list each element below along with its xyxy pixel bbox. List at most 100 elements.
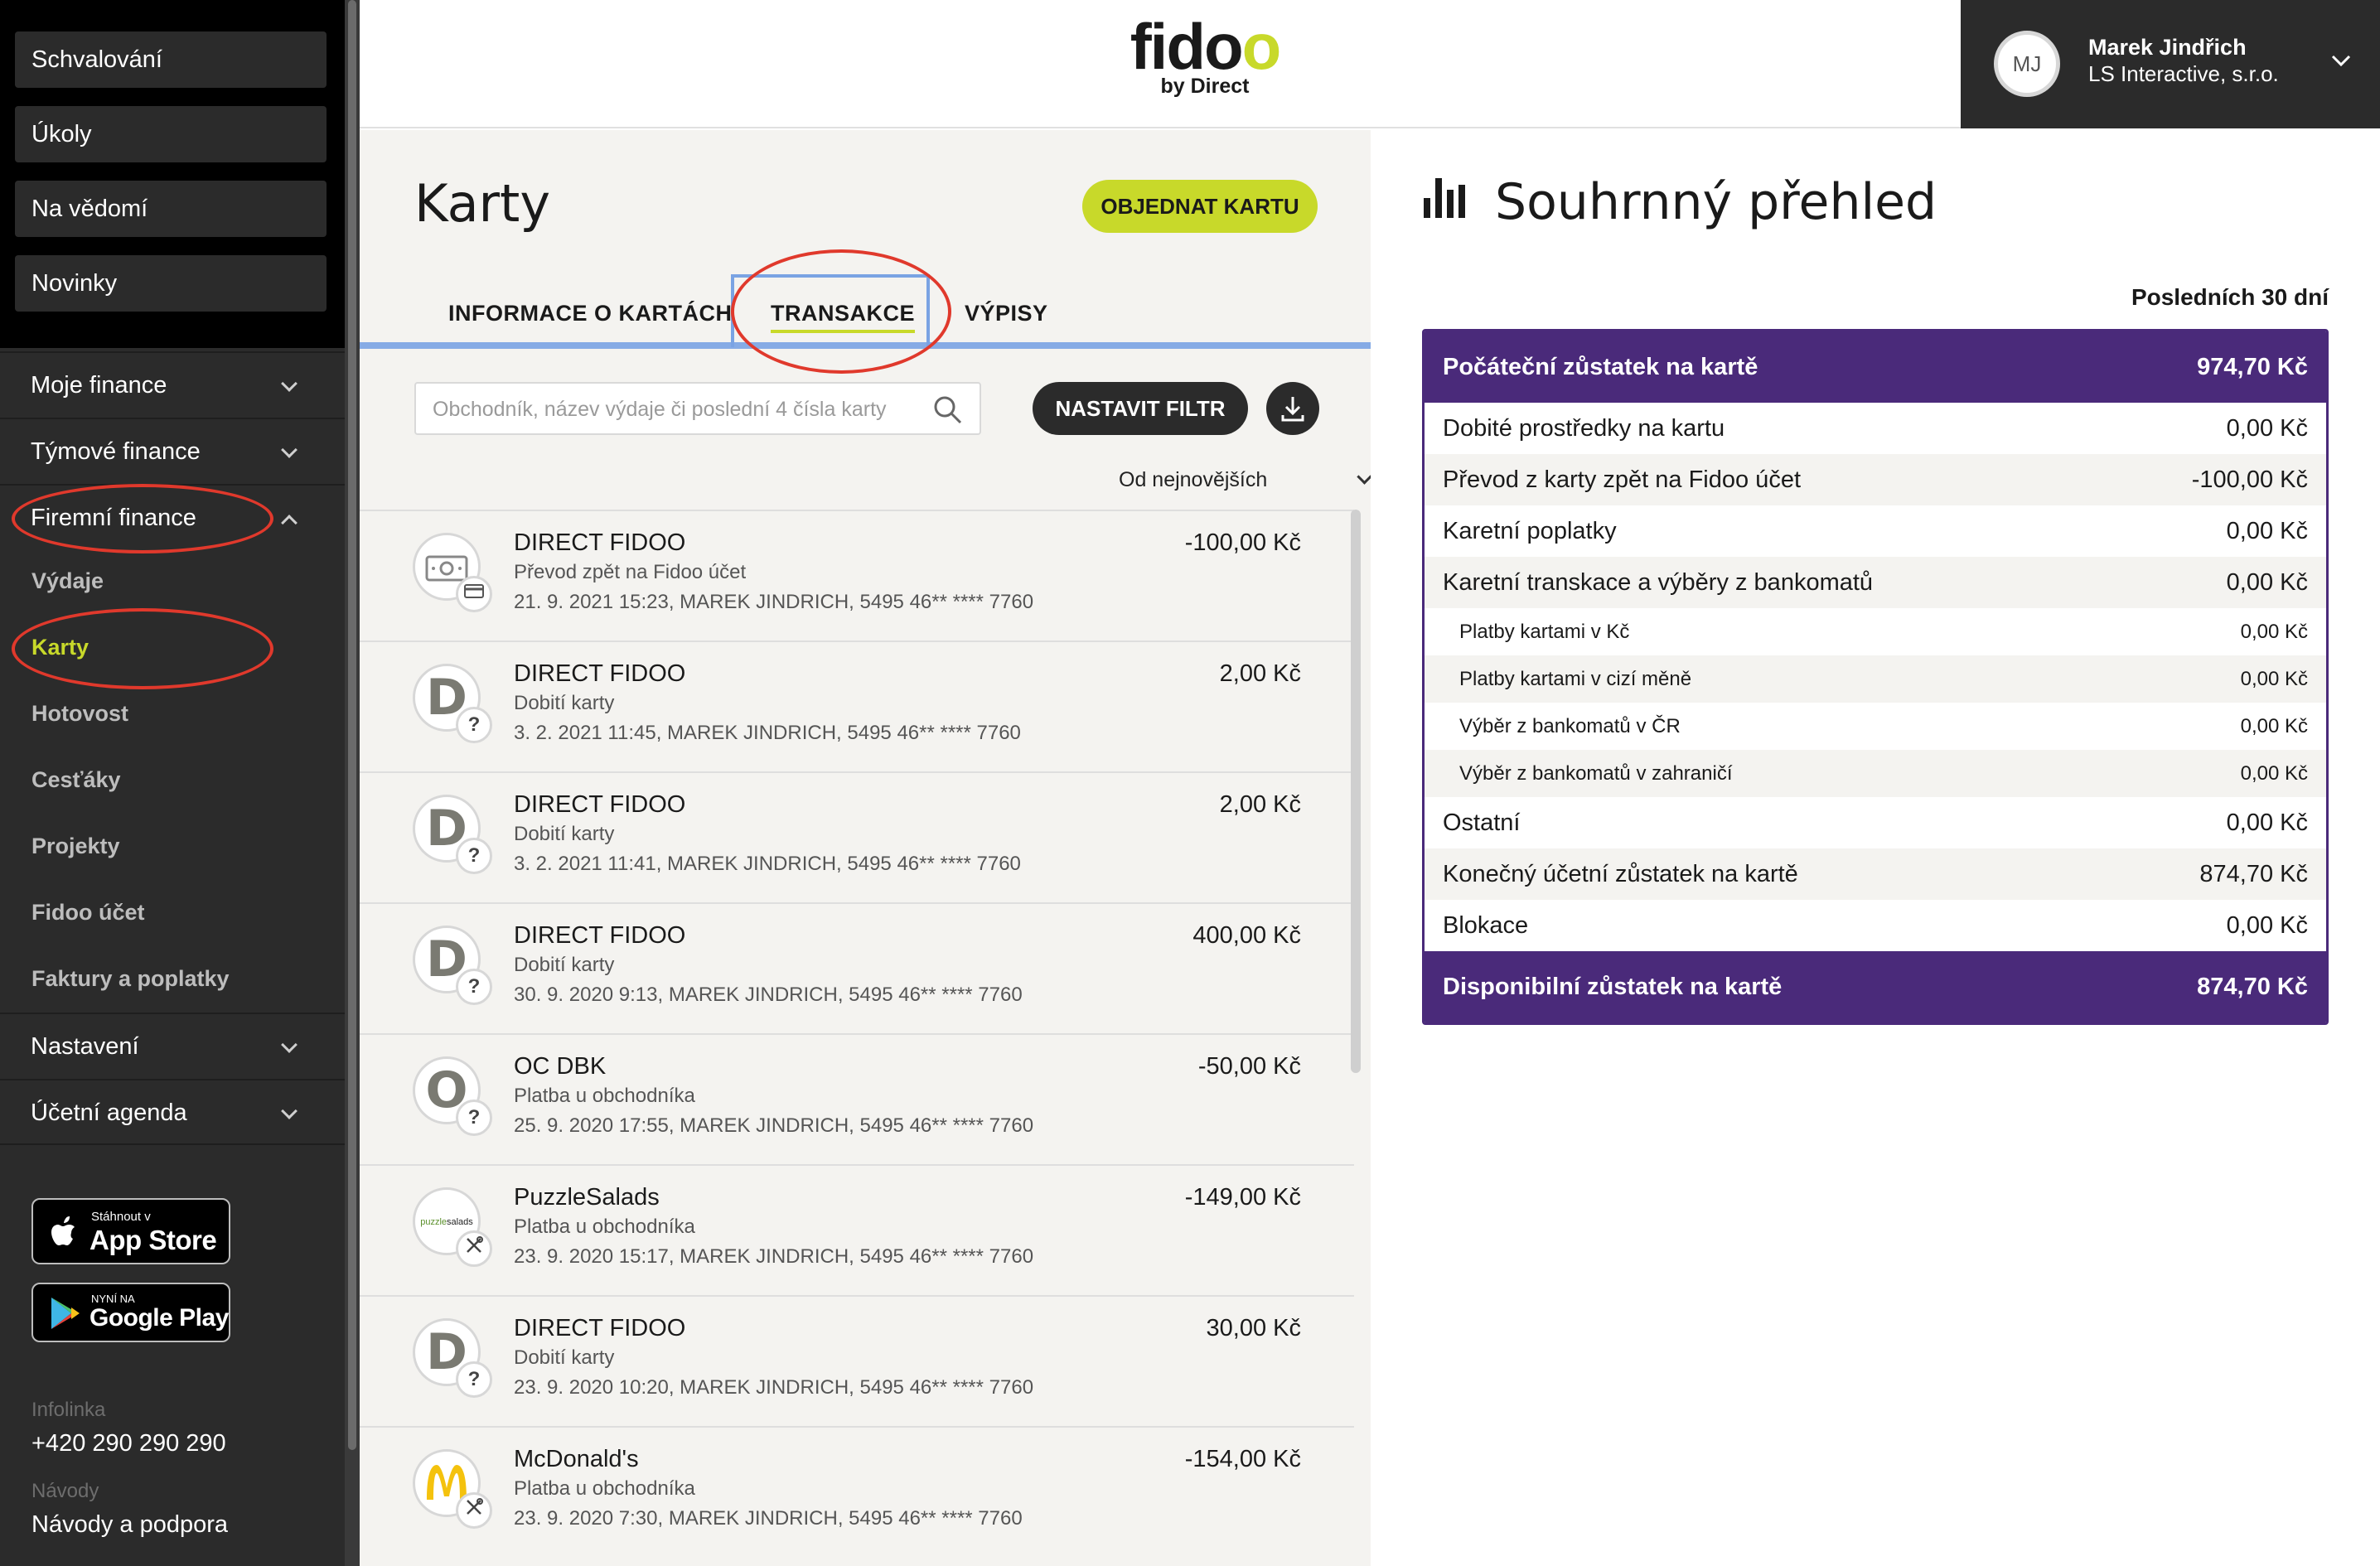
summary-row-value: 0,00 Kč xyxy=(2240,668,2308,690)
google-play-badge[interactable]: NYNÍ NA Google Play xyxy=(31,1283,230,1342)
summary-row: Karetní poplatky 0,00 Kč xyxy=(1425,505,2326,557)
sidebar-item-projekty[interactable]: Projekty xyxy=(31,834,120,859)
category-badge: ? xyxy=(456,838,492,874)
app-store-small-label: Stáhnout v xyxy=(91,1210,151,1224)
bar-chart-icon xyxy=(1424,178,1465,218)
transaction-category: Platba u obchodníka xyxy=(514,1085,695,1107)
category-badge: ? xyxy=(456,707,492,743)
summary-row: Konečný účetní zůstatek na kartě 874,70 … xyxy=(1425,848,2326,900)
unknown-category-icon: ? xyxy=(467,844,481,867)
transaction-merchant: DIRECT FIDOO xyxy=(514,922,686,949)
summary-row-label: Konečný účetní zůstatek na kartě xyxy=(1443,861,1798,887)
summary-row: Dobité prostředky na kartu 0,00 Kč xyxy=(1425,403,2326,454)
tab-card-info[interactable]: INFORMACE O KARTÁCH xyxy=(448,301,732,326)
transactions-scrollbar[interactable] xyxy=(1351,510,1361,1073)
schvalovani-button[interactable]: Schvalování xyxy=(15,31,327,88)
summary-head-row: Počáteční zůstatek na kartě 974,70 Kč xyxy=(1425,331,2326,403)
order-card-button[interactable]: OBJEDNAT KARTU xyxy=(1082,180,1318,233)
summary-row-value: -100,00 Kč xyxy=(2191,466,2308,493)
sidebar-item-faktury[interactable]: Faktury a poplatky xyxy=(31,966,230,992)
annotation-circle-transactions-tab xyxy=(731,249,951,374)
summary-row: Karetní transkace a výběry z bankomatů 0… xyxy=(1425,557,2326,608)
transactions-list: DIRECT FIDOO Převod zpět na Fidoo účet 2… xyxy=(360,510,1354,1557)
summary-row-label: Karetní poplatky xyxy=(1443,518,1617,544)
chevron-down-icon[interactable] xyxy=(2330,53,2352,68)
transaction-row[interactable]: puzzlesalads PuzzleSalads Platba u obcho… xyxy=(360,1164,1354,1295)
summary-head-value: 974,70 Kč xyxy=(2197,354,2308,380)
nav-moje-finance-label: Moje finance xyxy=(31,372,167,399)
nav-nastaveni[interactable]: Nastavení xyxy=(0,1013,345,1079)
google-play-label: Google Play xyxy=(89,1304,229,1332)
transaction-amount: -149,00 Kč xyxy=(1184,1184,1301,1211)
sidebar-scrollbar-thumb[interactable] xyxy=(348,0,356,1450)
na-vedomi-button[interactable]: Na vědomí xyxy=(15,181,327,237)
ukoly-button[interactable]: Úkoly xyxy=(15,106,327,162)
download-button[interactable] xyxy=(1266,382,1319,435)
sidebar-item-vydaje[interactable]: Výdaje xyxy=(31,568,104,594)
annotation-circle-firemni-finance xyxy=(12,484,273,553)
transaction-amount: -50,00 Kč xyxy=(1197,1053,1301,1080)
summary-row-value: 874,70 Kč xyxy=(2199,861,2308,887)
search-icon[interactable] xyxy=(931,394,965,427)
sidebar-item-hotovost[interactable]: Hotovost xyxy=(31,701,128,727)
transaction-meta: 3. 2. 2021 11:41, MAREK JINDRICH, 5495 4… xyxy=(514,853,1021,875)
summary-row-value: 0,00 Kč xyxy=(2226,518,2308,544)
transaction-amount: 2,00 Kč xyxy=(1219,660,1301,687)
transaction-row[interactable]: D ? DIRECT FIDOO Dobití karty 30. 9. 202… xyxy=(360,902,1354,1033)
nav-moje-finance[interactable]: Moje finance xyxy=(0,351,345,418)
sort-dropdown[interactable]: Od nejnovějších xyxy=(1119,468,1372,492)
sidebar-item-cestaky[interactable]: Cesťáky xyxy=(31,767,121,793)
transaction-row[interactable]: D ? DIRECT FIDOO Dobití karty 3. 2. 2021… xyxy=(360,771,1354,902)
sidebar: Schvalování Úkoly Na vědomí Novinky Moje… xyxy=(0,0,360,1566)
sidebar-scrollbar[interactable] xyxy=(345,0,360,1566)
unknown-category-icon: ? xyxy=(467,713,481,736)
transaction-meta: 23. 9. 2020 7:30, MAREK JINDRICH, 5495 4… xyxy=(514,1507,1023,1530)
summary-rows: Dobité prostředky na kartu 0,00 Kč Převod… xyxy=(1425,403,2326,951)
hotline-number[interactable]: +420 290 290 290 xyxy=(31,1430,226,1457)
summary-row-label: Výběr z bankomatů v ČR xyxy=(1459,715,1681,737)
summary-foot-row: Disponibilní zůstatek na kartě 874,70 Kč xyxy=(1425,951,2326,1022)
chevron-down-icon xyxy=(281,442,298,458)
summary-period[interactable]: Posledních 30 dní xyxy=(2131,284,2329,311)
set-filter-button[interactable]: NASTAVIT FILTR xyxy=(1033,382,1248,435)
transaction-amount: 400,00 Kč xyxy=(1192,922,1301,949)
summary-row: Výběr z bankomatů v zahraničí 0,00 Kč xyxy=(1425,750,2326,797)
summary-row-value: 0,00 Kč xyxy=(2240,621,2308,643)
guides-link[interactable]: Návody a podpora xyxy=(31,1511,228,1539)
unknown-category-icon: ? xyxy=(467,975,481,998)
user-menu[interactable]: MJ Marek Jindřich LS Interactive, s.r.o. xyxy=(1961,0,2380,128)
summary-row-value: 0,00 Kč xyxy=(2226,569,2308,596)
fidoo-logo[interactable]: fidoo by Direct xyxy=(1122,13,1288,99)
unknown-category-icon: ? xyxy=(467,1106,481,1129)
sidebar-top-block: Schvalování Úkoly Na vědomí Novinky xyxy=(0,0,345,348)
nav-tymove-finance[interactable]: Týmové finance xyxy=(0,418,345,484)
novinky-button[interactable]: Novinky xyxy=(15,255,327,312)
nav-ucetni-agenda-label: Účetní agenda xyxy=(31,1100,187,1126)
search-input[interactable] xyxy=(433,395,922,423)
transaction-merchant: OC DBK xyxy=(514,1053,607,1080)
transaction-row[interactable]: McDonald's Platba u obchodníka 23. 9. 20… xyxy=(360,1426,1354,1557)
transaction-row[interactable]: O ? OC DBK Platba u obchodníka 25. 9. 20… xyxy=(360,1033,1354,1164)
transaction-row[interactable]: D ? DIRECT FIDOO Dobití karty 23. 9. 202… xyxy=(360,1295,1354,1426)
sidebar-item-fidoo-ucet[interactable]: Fidoo účet xyxy=(31,900,145,926)
transaction-category: Dobití karty xyxy=(514,954,615,976)
summary-row-value: 0,00 Kč xyxy=(2240,715,2308,737)
app-store-badge[interactable]: Stáhnout v App Store xyxy=(31,1198,230,1264)
transaction-row[interactable]: DIRECT FIDOO Převod zpět na Fidoo účet 2… xyxy=(360,510,1354,640)
nav-ucetni-agenda[interactable]: Účetní agenda xyxy=(0,1079,345,1145)
summary-row-label: Převod z karty zpět na Fidoo účet xyxy=(1443,466,1801,493)
nav-tymove-finance-label: Týmové finance xyxy=(31,438,201,465)
chevron-up-icon xyxy=(281,515,298,531)
summary-row-label: Blokace xyxy=(1443,912,1529,939)
unknown-category-icon: ? xyxy=(467,1368,481,1390)
category-badge: ? xyxy=(456,1361,492,1398)
guides-label: Návody xyxy=(31,1480,99,1502)
google-play-small-label: NYNÍ NA xyxy=(91,1293,135,1305)
summary-row: Ostatní 0,00 Kč xyxy=(1425,797,2326,848)
summary-table: Počáteční zůstatek na kartě 974,70 Kč Do… xyxy=(1422,329,2329,1025)
tab-statements[interactable]: VÝPISY xyxy=(965,301,1048,326)
transaction-meta: 30. 9. 2020 9:13, MAREK JINDRICH, 5495 4… xyxy=(514,984,1023,1006)
app-store-label: App Store xyxy=(89,1225,217,1255)
search-box[interactable] xyxy=(414,382,981,435)
transaction-row[interactable]: D ? DIRECT FIDOO Dobití karty 3. 2. 2021… xyxy=(360,640,1354,771)
